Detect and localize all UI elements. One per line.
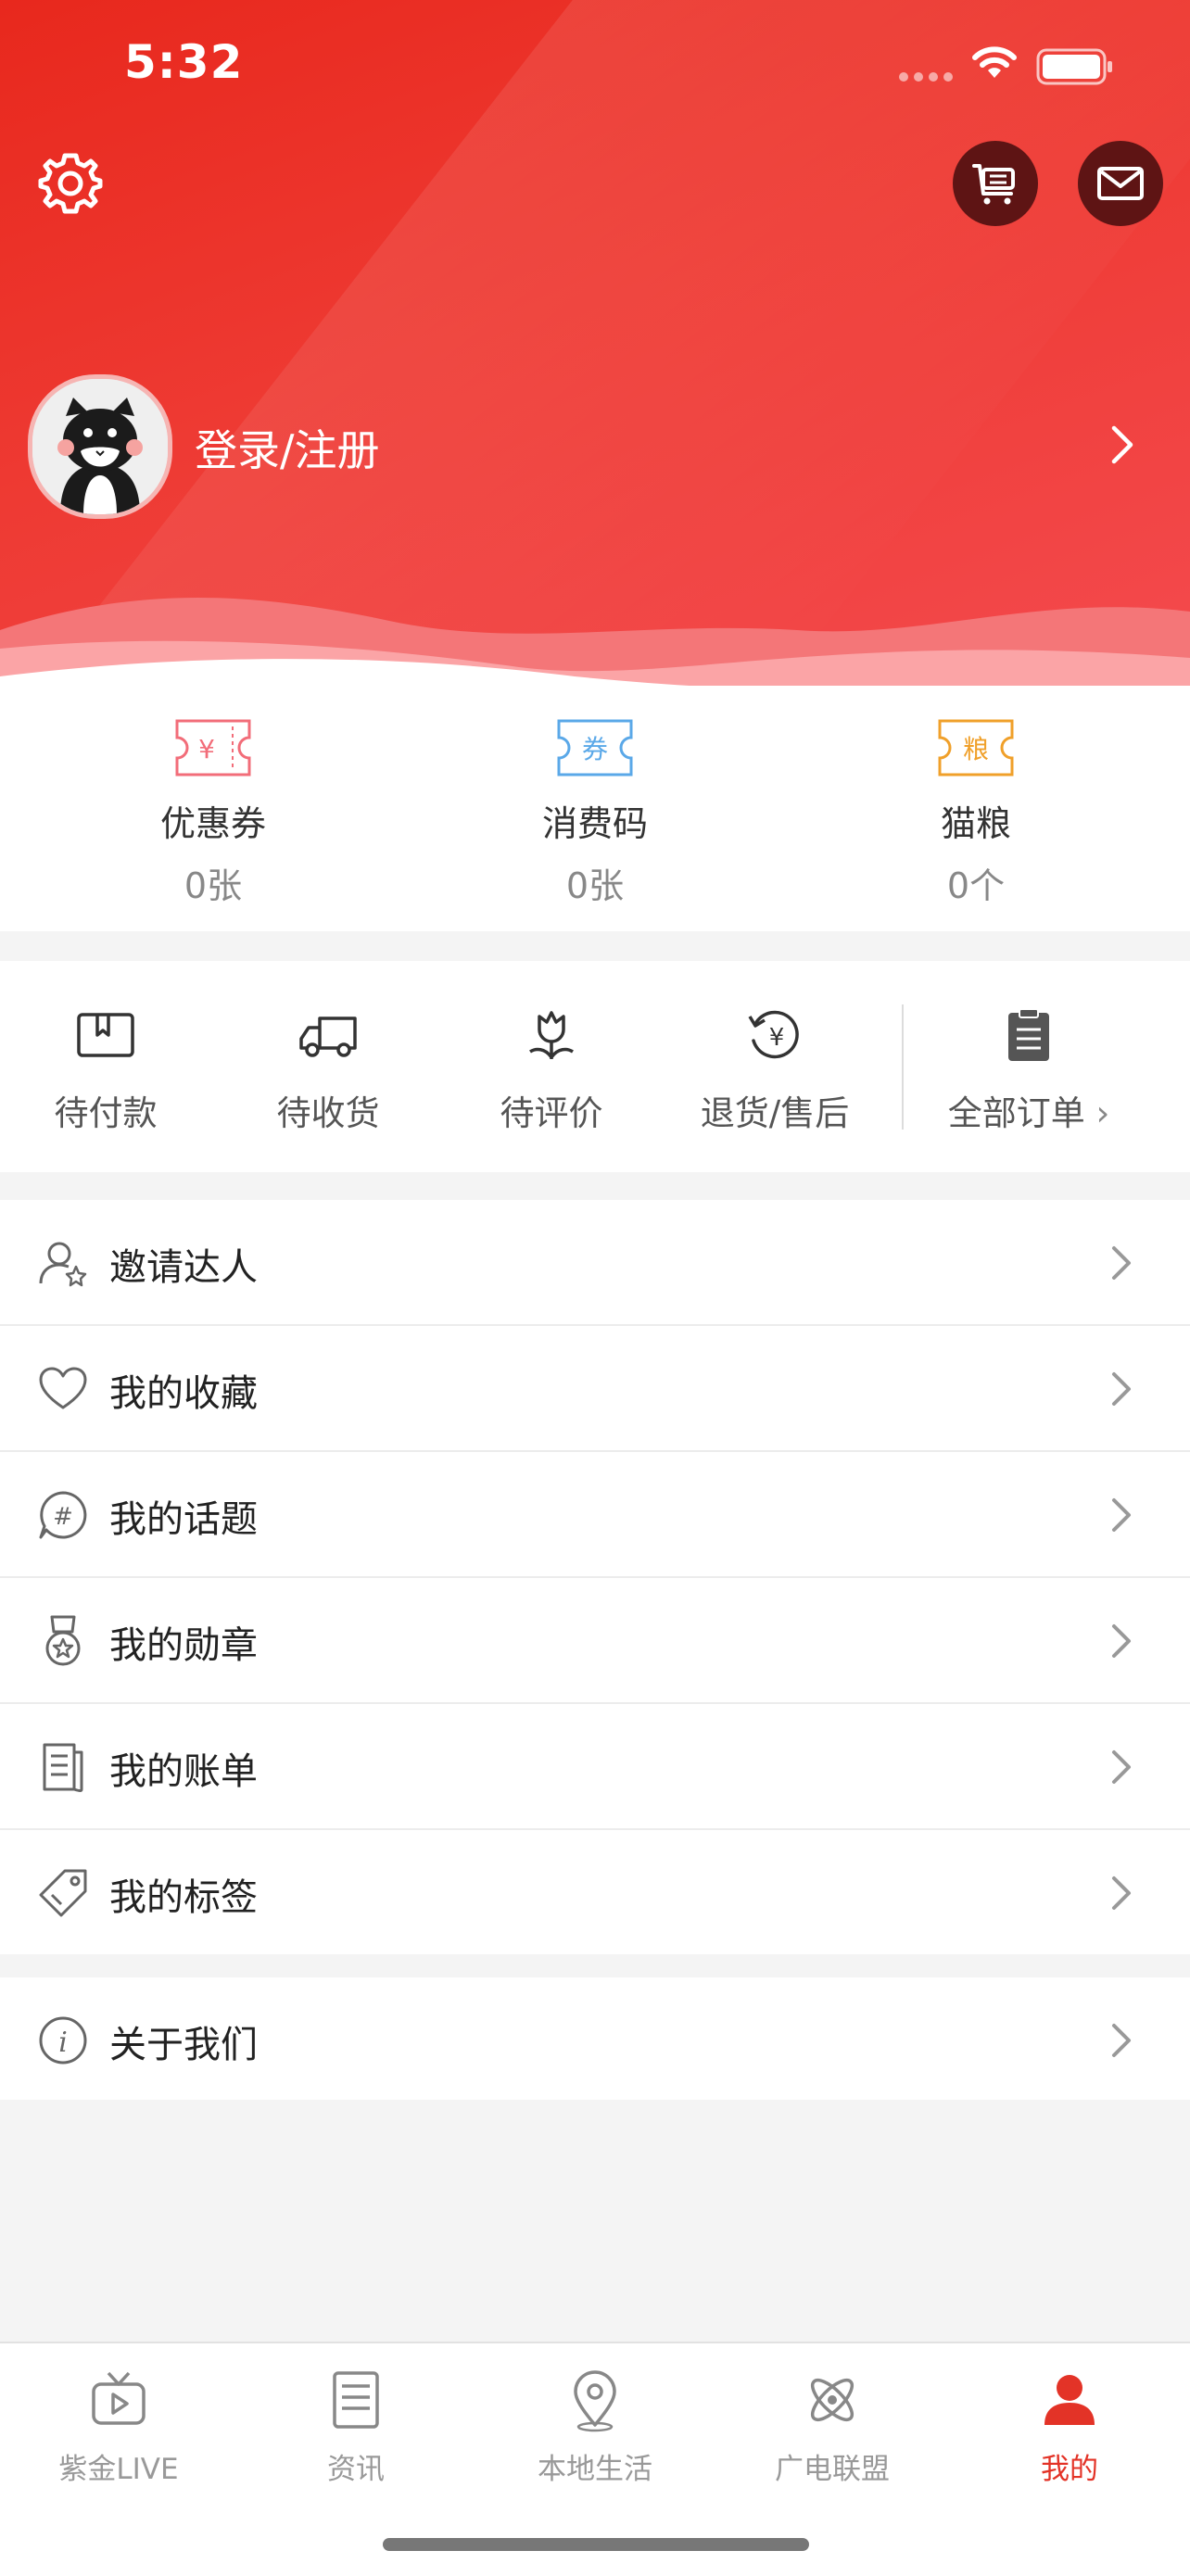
bill-icon	[43, 1743, 83, 1792]
stat-voucher-code[interactable]: 券 消费码 0张	[456, 686, 734, 908]
tv-icon	[92, 2371, 146, 2425]
menu-item-label: 我的勋章	[109, 1624, 258, 1667]
order-label: 待付款	[54, 1093, 158, 1133]
order-label: 待收货	[276, 1093, 380, 1133]
stat-label: 优惠券	[159, 803, 266, 844]
menu-item-label: 我的账单	[109, 1750, 258, 1793]
chevron-right-icon	[1112, 1498, 1131, 1532]
user-icon	[1044, 2375, 1095, 2425]
order-refund-after-sales[interactable]: ¥ 退货/售后	[664, 961, 886, 1135]
home-indicator[interactable]	[383, 2538, 809, 2551]
svg-text:¥: ¥	[769, 1024, 785, 1052]
stat-label: 消费码	[541, 803, 648, 844]
svg-text:粮: 粮	[963, 734, 989, 764]
tab-label: 广电联盟	[775, 2453, 890, 2486]
chevron-right-icon: ›	[1095, 1093, 1110, 1133]
order-pending-delivery[interactable]: 待收货	[217, 961, 439, 1135]
order-label: 全部订单 ›	[947, 1093, 1110, 1133]
svg-text:¥: ¥	[198, 734, 215, 764]
chevron-right-icon	[1112, 1750, 1131, 1784]
menu-item-label: 我的标签	[109, 1876, 258, 1919]
tab-label: 紫金LIVE	[58, 2453, 179, 2486]
stat-cat-food[interactable]: 粮 猫粮 0个	[837, 686, 1115, 908]
stat-value: 0张	[184, 865, 243, 906]
login-register-link[interactable]: 登录/注册	[195, 417, 380, 478]
voucher-icon: 券	[557, 719, 633, 777]
wifi-icon	[972, 46, 1017, 78]
heart-icon	[39, 1367, 87, 1409]
menu-list: 邀请达人 我的收藏 # 我的话题 我的勋章 我的账单 我的标签	[0, 1200, 1190, 1954]
avatar[interactable]	[28, 374, 172, 519]
menu-list-about: i 关于我们	[0, 1977, 1190, 2100]
tab-news[interactable]: 资讯	[237, 2343, 475, 2487]
cart-button[interactable]	[953, 141, 1038, 226]
chevron-right-icon[interactable]	[1108, 423, 1136, 467]
atom-icon	[810, 2378, 855, 2422]
menu-item-bills[interactable]: 我的账单	[0, 1704, 1190, 1830]
orders-divider	[902, 1004, 904, 1130]
menu-item-invite[interactable]: 邀请达人	[0, 1200, 1190, 1326]
location-pin-icon	[574, 2370, 616, 2432]
header-wave	[0, 598, 1190, 690]
clipboard-icon	[1008, 1008, 1049, 1061]
tab-label: 本地生活	[538, 2453, 652, 2486]
flower-icon	[529, 1011, 574, 1059]
tab-zijin-live[interactable]: 紫金LIVE	[0, 2343, 237, 2487]
menu-item-about[interactable]: i 关于我们	[0, 1977, 1190, 2102]
svg-text:券: 券	[582, 734, 608, 764]
menu-item-label: 我的话题	[109, 1498, 258, 1541]
order-pending-review[interactable]: 待评价	[440, 961, 663, 1135]
news-list-icon	[333, 2371, 379, 2429]
wallet-icon	[77, 1013, 134, 1057]
tab-label: 资讯	[327, 2453, 385, 2486]
chevron-right-icon	[1112, 1876, 1131, 1910]
chevron-right-icon	[1112, 1246, 1131, 1280]
settings-gear-icon[interactable]	[37, 150, 104, 217]
tab-local-life[interactable]: 本地生活	[476, 2343, 714, 2487]
menu-item-favorites[interactable]: 我的收藏	[0, 1326, 1190, 1452]
tag-icon	[39, 1869, 87, 1917]
tab-mine[interactable]: 我的	[951, 2343, 1188, 2487]
info-icon: i	[39, 2016, 87, 2065]
stat-coupon[interactable]: ¥ 优惠券 0张	[74, 686, 352, 908]
chevron-right-icon	[1112, 2024, 1131, 2057]
medal-icon	[45, 1615, 81, 1666]
tab-label: 我的	[1041, 2453, 1098, 2486]
mail-icon	[1097, 167, 1144, 200]
cat-avatar-icon	[32, 379, 168, 514]
svg-text:i: i	[58, 2027, 68, 2059]
chevron-right-icon	[1112, 1624, 1131, 1658]
chevron-right-icon	[1112, 1372, 1131, 1406]
status-time: 5:32	[124, 35, 244, 89]
order-label: 退货/售后	[700, 1093, 850, 1133]
message-button[interactable]	[1078, 141, 1163, 226]
menu-item-label: 邀请达人	[109, 1246, 258, 1289]
menu-item-topics[interactable]: # 我的话题	[0, 1452, 1190, 1578]
order-label: 待评价	[500, 1093, 603, 1133]
refund-icon: ¥	[748, 1010, 799, 1059]
battery-icon	[1036, 48, 1112, 85]
orders-panel: 待付款 待收货 待评价 ¥ 退货/售后 全部订单 ›	[0, 961, 1190, 1172]
order-pending-payment[interactable]: 待付款	[0, 961, 217, 1135]
menu-item-medals[interactable]: 我的勋章	[0, 1578, 1190, 1704]
svg-text:#: #	[53, 1503, 73, 1531]
invite-user-icon	[39, 1242, 87, 1287]
tab-broadcast-alliance[interactable]: 广电联盟	[714, 2343, 951, 2487]
stat-value: 0个	[946, 865, 1006, 906]
coupon-icon: ¥	[175, 719, 251, 777]
stat-value: 0张	[565, 865, 625, 906]
truck-icon	[299, 1017, 357, 1057]
order-all[interactable]: 全部订单 ›	[918, 961, 1140, 1135]
signal-icon	[899, 72, 953, 82]
topic-hash-icon: #	[39, 1491, 87, 1539]
cart-icon	[972, 164, 1015, 205]
profile-header: 5:32 登录/注册	[0, 0, 1190, 690]
menu-item-label: 我的收藏	[109, 1372, 258, 1415]
menu-item-label: 关于我们	[109, 2024, 258, 2066]
assets-panel: ¥ 优惠券 0张 券 消费码 0张 粮 猫粮 0个	[0, 686, 1190, 931]
menu-item-tags[interactable]: 我的标签	[0, 1830, 1190, 1954]
cat-food-icon: 粮	[938, 719, 1014, 777]
stat-label: 猫粮	[940, 803, 1011, 844]
header-sheen	[7, 0, 1190, 690]
